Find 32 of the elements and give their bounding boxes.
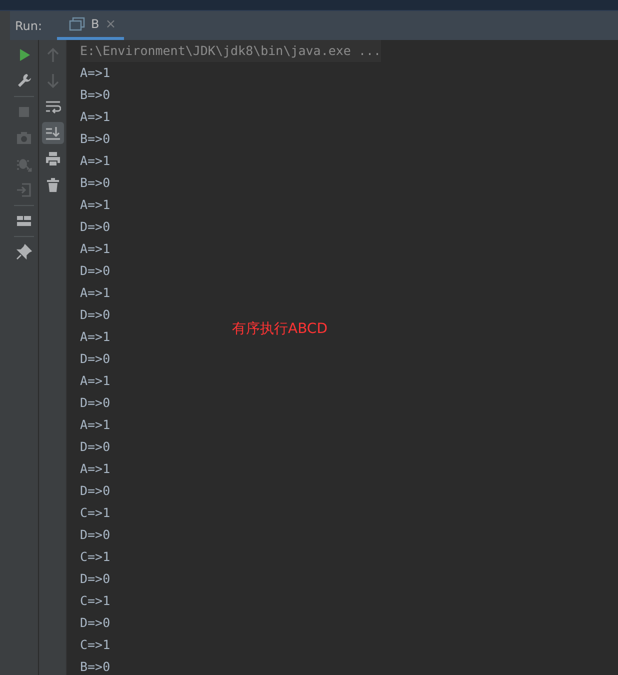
output-line: A=>1 [80, 64, 110, 82]
output-line: A=>1 [80, 460, 110, 478]
output-line: D=>0 [80, 350, 110, 368]
output-line: A=>1 [80, 284, 110, 302]
output-line: D=>0 [80, 614, 110, 632]
console-window-icon [69, 17, 85, 31]
output-line: A=>1 [80, 372, 110, 390]
output-line: A=>1 [80, 108, 110, 126]
scroll-to-end-icon[interactable] [42, 122, 64, 144]
output-line: A=>1 [80, 240, 110, 258]
output-line: D=>0 [80, 570, 110, 588]
output-line: C=>1 [80, 548, 110, 566]
output-line: D=>0 [80, 218, 110, 236]
output-line: D=>0 [80, 262, 110, 280]
output-line: A=>1 [80, 328, 110, 346]
output-line: D=>0 [80, 482, 110, 500]
output-line: D=>0 [80, 526, 110, 544]
output-line: B=>0 [80, 86, 110, 104]
output-line: B=>0 [80, 174, 110, 192]
output-line: C=>1 [80, 504, 110, 522]
output-line: C=>1 [80, 636, 110, 654]
output-line: D=>0 [80, 438, 110, 456]
output-line: D=>0 [80, 394, 110, 412]
output-line: A=>1 [80, 196, 110, 214]
run-label: Run: [14, 18, 44, 32]
annotation-text: 有序执行ABCD [232, 320, 328, 338]
output-line: B=>0 [80, 130, 110, 148]
output-line: D=>0 [80, 306, 110, 324]
output-line: B=>0 [80, 658, 110, 675]
output-line: A=>1 [80, 416, 110, 434]
output-line: C=>1 [80, 592, 110, 610]
output-line: A=>1 [80, 152, 110, 170]
